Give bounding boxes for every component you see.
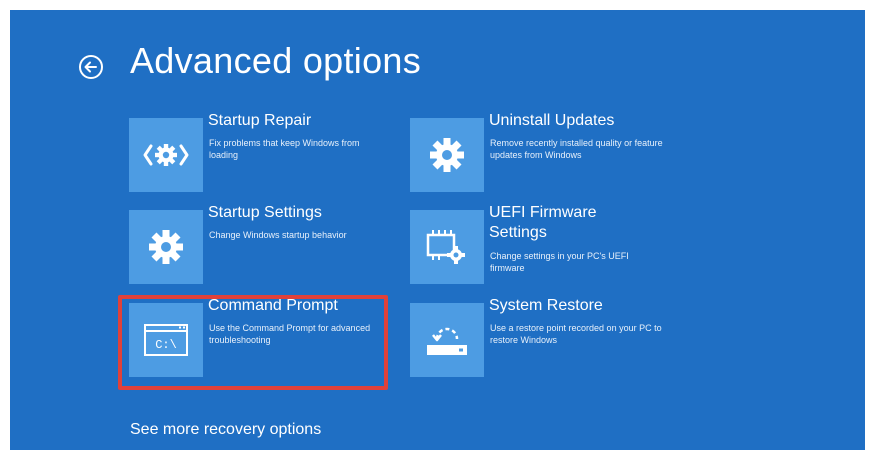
restore-icon xyxy=(427,327,467,355)
chip-gear-icon xyxy=(426,230,465,264)
tile-icon-box xyxy=(410,118,484,192)
tile-uefi-firmware-settings[interactable]: UEFI Firmware Settings Change settings i… xyxy=(410,204,680,290)
tile-title: System Restore xyxy=(489,297,603,314)
recovery-screen: Advanced options Startup Repair Fix prob… xyxy=(10,10,865,450)
tile-uninstall-updates[interactable]: Uninstall Updates Remove recently instal… xyxy=(410,112,680,198)
tile-description: Fix problems that keep Windows from load… xyxy=(209,138,360,160)
console-prompt-text: C:\ xyxy=(155,338,177,352)
tile-icon-box xyxy=(129,210,203,284)
tile-description: Use a restore point recorded on your PC … xyxy=(490,323,662,345)
tile-command-prompt[interactable]: C:\ Command Prompt Use the Command Promp… xyxy=(129,297,399,383)
page-title: Advanced options xyxy=(130,40,422,81)
tile-description: Change settings in your PC's UEFI firmwa… xyxy=(490,251,629,273)
console-icon: C:\ xyxy=(144,324,188,356)
tile-title: Startup Settings xyxy=(208,204,322,221)
tile-icon-box xyxy=(410,210,484,284)
more-recovery-options-link[interactable]: See more recovery options xyxy=(130,421,321,439)
tile-system-restore[interactable]: System Restore Use a restore point recor… xyxy=(410,297,680,383)
code-gear-icon xyxy=(143,144,189,166)
gear-icon xyxy=(430,138,464,172)
back-arrow-icon xyxy=(79,55,103,79)
tile-description: Remove recently installed quality or fea… xyxy=(490,138,663,160)
tile-description: Use the Command Prompt for advanced trou… xyxy=(209,323,371,345)
tile-title: Command Prompt xyxy=(208,297,338,314)
tile-title: Startup Repair xyxy=(208,112,312,129)
tile-title: UEFI Firmware Settings xyxy=(489,204,597,241)
tile-title: Uninstall Updates xyxy=(489,112,615,129)
tile-icon-box: C:\ xyxy=(129,303,203,377)
tile-startup-repair[interactable]: Startup Repair Fix problems that keep Wi… xyxy=(129,112,399,198)
tile-description: Change Windows startup behavior xyxy=(209,230,347,240)
gear-icon xyxy=(149,230,183,264)
tile-startup-settings[interactable]: Startup Settings Change Windows startup … xyxy=(129,204,399,290)
tile-icon-box xyxy=(129,118,203,192)
back-button[interactable] xyxy=(78,54,104,80)
tile-icon-box xyxy=(410,303,484,377)
